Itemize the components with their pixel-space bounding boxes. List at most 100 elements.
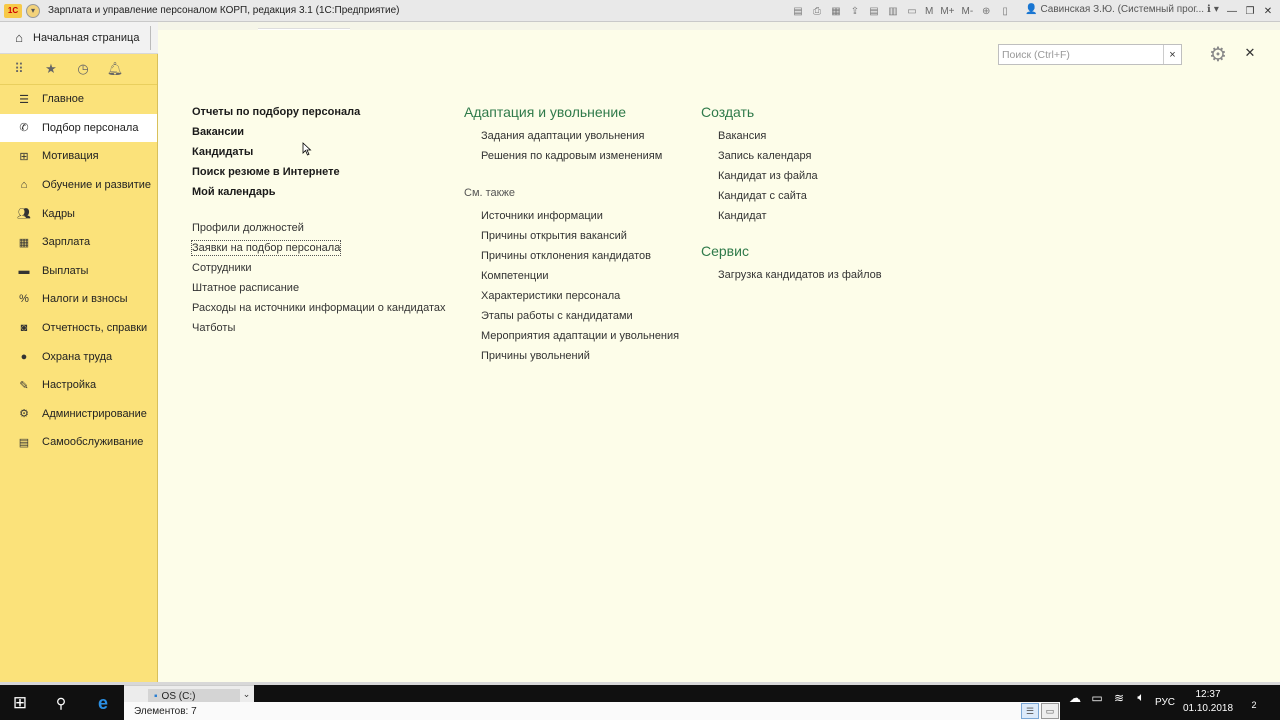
sidebar-item[interactable]: 👥︎ Кадры: [0, 199, 157, 228]
link-vacancies[interactable]: Вакансии: [192, 124, 446, 144]
sidebar-item-label: Подбор персонала: [42, 121, 139, 134]
link-info-sources[interactable]: Источники информации: [464, 208, 679, 228]
link-chatbots[interactable]: Чатботы: [192, 320, 446, 340]
restore-icon[interactable]: ❐: [1242, 3, 1258, 19]
close-section-icon[interactable]: ✕: [1242, 45, 1258, 61]
zoom-icon[interactable]: ⊕: [978, 3, 994, 19]
link-create-calendar-entry[interactable]: Запись календаря: [701, 148, 882, 168]
sidebar-item[interactable]: ✎ Настройка: [0, 371, 157, 400]
language-indicator[interactable]: РУС: [1155, 697, 1175, 708]
link-competencies[interactable]: Компетенции: [464, 268, 679, 288]
edge-browser-icon[interactable]: e: [93, 692, 113, 714]
section-title-create: Создать: [701, 104, 755, 120]
sidebar-item[interactable]: ✆ Подбор персонала: [0, 113, 157, 143]
link-position-profiles[interactable]: Профили должностей: [192, 220, 446, 240]
clock-date: 01.10.2018: [1182, 703, 1234, 714]
search-input[interactable]: [999, 45, 1163, 64]
link-create-candidate[interactable]: Кандидат: [701, 208, 882, 228]
memory-add-button[interactable]: M+: [938, 3, 956, 19]
memory-button[interactable]: M: [923, 3, 935, 19]
memory-subtract-button[interactable]: M-: [960, 3, 976, 19]
home-page-tab[interactable]: ⌂ Начальная страница: [0, 22, 158, 54]
link-hr-decisions[interactable]: Решения по кадровым изменениям: [464, 148, 679, 168]
sidebar-item[interactable]: ▤ Самообслуживание: [0, 428, 157, 457]
current-user[interactable]: 👤 Савинская З.Ю. (Системный прог... ℹ ▾: [1025, 4, 1219, 15]
link-create-candidate-from-site[interactable]: Кандидат с сайта: [701, 188, 882, 208]
battery-icon[interactable]: ▭: [1090, 691, 1104, 705]
large-icons-view-icon[interactable]: ▭: [1041, 703, 1059, 719]
sidebar-toolbar: ⠿ ★ ◷ 🔔︎: [0, 54, 157, 85]
preview-icon[interactable]: ▦: [828, 3, 844, 19]
notifications-icon[interactable]: 2: [1246, 693, 1266, 711]
sidebar-item[interactable]: % Налоги и взносы: [0, 285, 157, 314]
app-logo: 1С: [4, 3, 22, 18]
wifi-icon[interactable]: ≋: [1112, 691, 1126, 705]
link-info-source-expenses[interactable]: Расходы на источники информации о кандид…: [192, 300, 446, 320]
settings-gear-icon[interactable]: ⚙: [1207, 43, 1229, 66]
history-icon[interactable]: ◷: [76, 61, 90, 76]
title-toolbar: ▤ ⎙ ▦ ⇪ ▤ ▥ ▭ M M+ M- ⊕ ▯: [790, 3, 1013, 19]
link-vacancy-reasons[interactable]: Причины открытия вакансий: [464, 228, 679, 248]
document-icon[interactable]: ▭: [904, 3, 920, 19]
sidebar-item[interactable]: ☰ Главное: [0, 85, 157, 114]
sidebar-item[interactable]: ⚙ Администрирование: [0, 400, 157, 429]
link-dismissal-reasons[interactable]: Причины увольнений: [464, 348, 679, 368]
link-create-vacancy[interactable]: Вакансия: [701, 128, 882, 148]
section-title-adaptation: Адаптация и увольнение: [464, 104, 627, 120]
sidebar-item[interactable]: ● Охрана труда: [0, 342, 157, 371]
close-window-icon[interactable]: ✕: [1260, 3, 1276, 19]
link-rejection-reasons[interactable]: Причины отклонения кандидатов: [464, 248, 679, 268]
link-my-calendar[interactable]: Мой календарь: [192, 184, 446, 204]
link-recruitment-reports[interactable]: Отчеты по подбору персонала: [192, 104, 446, 124]
sidebar-item[interactable]: ▬ Выплаты: [0, 257, 157, 286]
link-adaptation-events[interactable]: Мероприятия адаптации и увольнения: [464, 328, 679, 348]
sidebar-item[interactable]: ▦ Зарплата: [0, 228, 157, 257]
column-reports: Отчеты по подбору персонала Вакансии Кан…: [191, 104, 446, 340]
sidebar-item-label: Администрирование: [42, 407, 147, 420]
link-personnel-characteristics[interactable]: Характеристики персонала: [464, 288, 679, 308]
upload-icon[interactable]: ⇪: [847, 3, 863, 19]
sidebar-item[interactable]: ⌂ Обучение и развитие: [0, 171, 157, 200]
save-icon[interactable]: ▤: [790, 3, 806, 19]
explorer-drive-item[interactable]: ▪ OS (C:): [148, 689, 240, 703]
link-recruitment-requests[interactable]: Заявки на подбор персонала: [191, 240, 342, 256]
link-adaptation-tasks[interactable]: Задания адаптации увольнения: [464, 128, 679, 148]
chevron-down-icon[interactable]: ▾: [1214, 4, 1219, 15]
link-candidate-stages[interactable]: Этапы работы с кандидатами: [464, 308, 679, 328]
search-icon[interactable]: ⚲: [52, 693, 70, 713]
notifications-bell-icon[interactable]: 🔔︎: [107, 61, 124, 76]
drive-icon: ▪: [154, 690, 158, 702]
details-view-icon[interactable]: ☰: [1021, 703, 1039, 719]
clock[interactable]: 12:37 01.10.2018: [1180, 688, 1236, 716]
windows-start-icon[interactable]: ⊞: [10, 693, 30, 713]
link-candidates[interactable]: Кандидаты: [192, 144, 446, 164]
link-load-candidates[interactable]: Загрузка кандидатов из файлов: [701, 267, 882, 287]
sidebar-item-label: Настройка: [42, 379, 97, 392]
all-functions-icon[interactable]: ⠿: [12, 61, 26, 76]
onedrive-icon[interactable]: ☁: [1068, 691, 1082, 705]
minimize-icon[interactable]: —: [1224, 3, 1240, 19]
link-resume-search[interactable]: Поиск резюме в Интернете: [192, 164, 446, 184]
clear-search-icon[interactable]: ×: [1163, 45, 1181, 64]
chevron-down-icon[interactable]: ⌄: [241, 689, 252, 700]
drive-label: OS (C:): [161, 690, 196, 702]
sidebar-item-label: Налоги и взносы: [42, 293, 128, 306]
panel-icon[interactable]: ▯: [997, 3, 1013, 19]
clock-time: 12:37: [1195, 689, 1221, 700]
info-icon[interactable]: ℹ: [1207, 4, 1211, 15]
link-create-candidate-from-file[interactable]: Кандидат из файла: [701, 168, 882, 188]
sidebar-item[interactable]: ◙ Отчетность, справки: [0, 314, 157, 343]
sidebar-item[interactable]: ⊞ Мотивация: [0, 142, 157, 171]
link-staff-schedule[interactable]: Штатное расписание: [192, 280, 446, 300]
volume-icon[interactable]: 🔈︎: [1134, 690, 1148, 705]
link-employees[interactable]: Сотрудники: [192, 260, 446, 280]
sidebar-item-label: Охрана труда: [42, 350, 113, 363]
see-also-label: См. также: [464, 187, 515, 199]
favorites-star-icon[interactable]: ★: [44, 61, 58, 76]
main-menu-icon[interactable]: ▾: [26, 3, 40, 18]
print-preview-icon[interactable]: ▤: [866, 3, 882, 19]
print-icon[interactable]: ⎙: [809, 3, 825, 19]
table-icon[interactable]: ▥: [885, 3, 901, 19]
